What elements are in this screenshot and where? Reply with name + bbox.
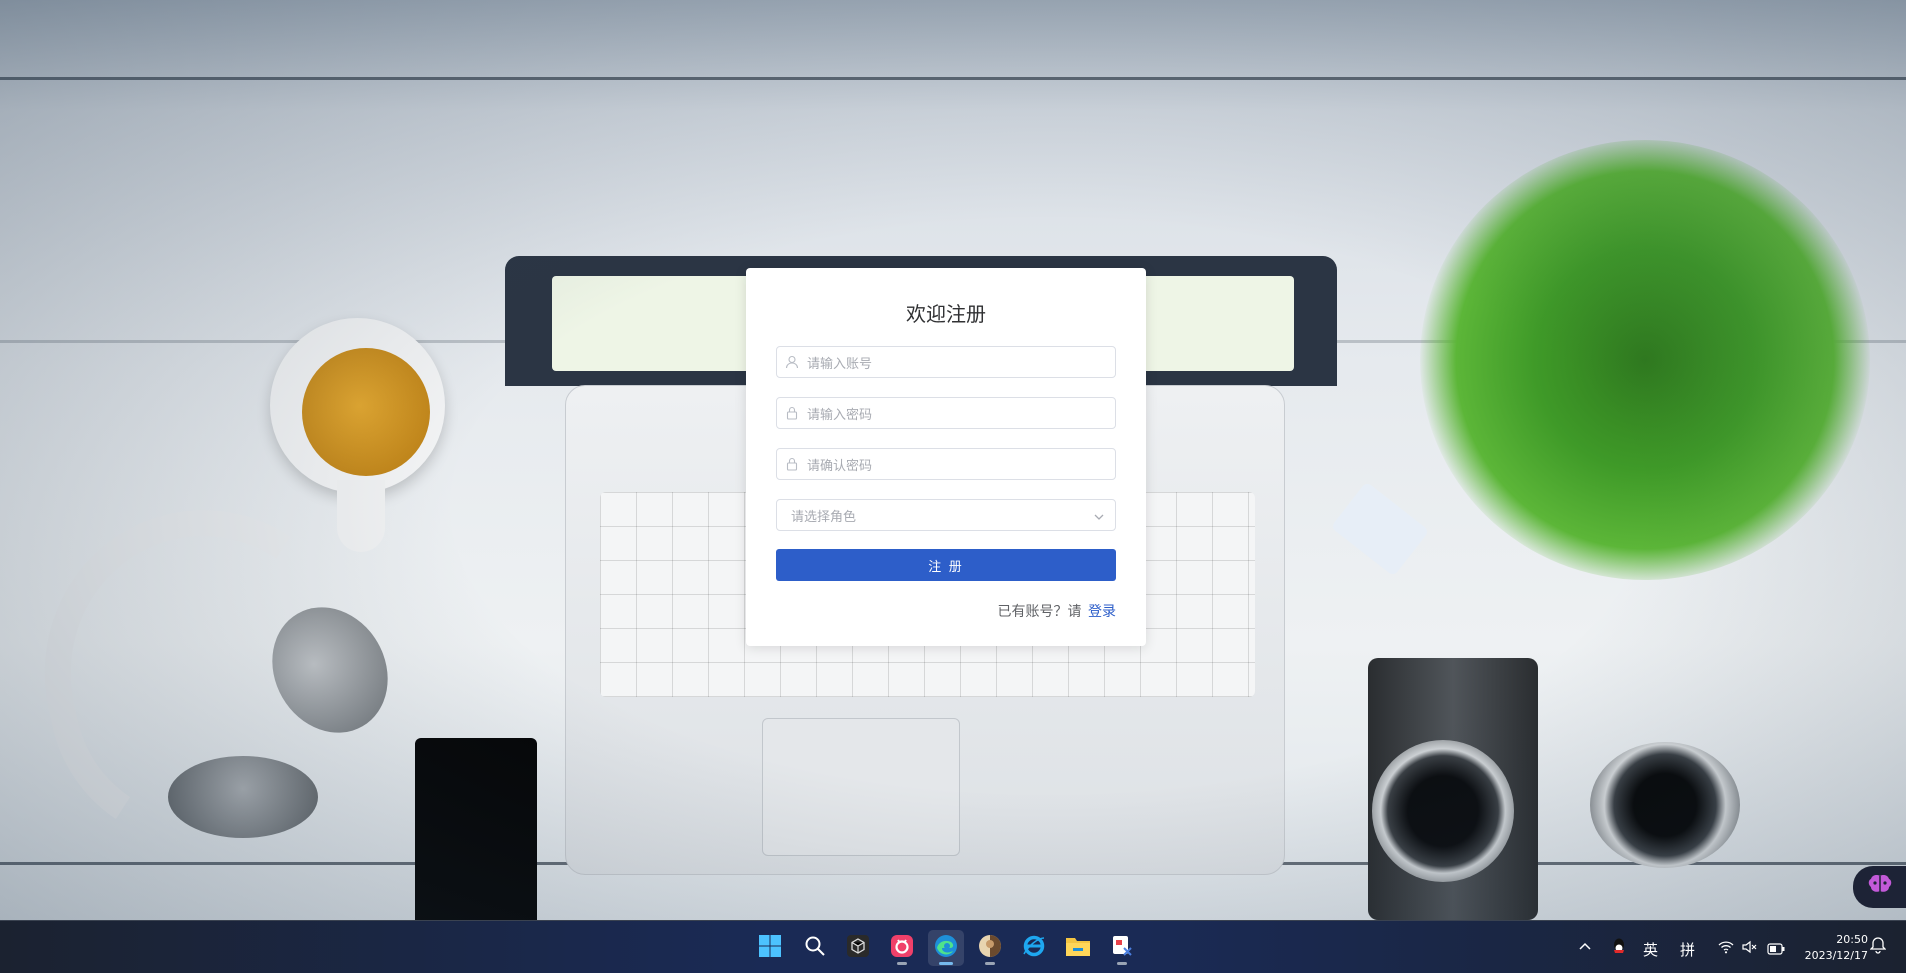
username-placeholder: 请输入账号: [807, 356, 873, 372]
ie-browser-icon: [1022, 934, 1046, 962]
snip-icon: [1110, 934, 1134, 962]
taskbar-file-explorer[interactable]: [1060, 930, 1096, 966]
wifi-icon[interactable]: [1718, 939, 1734, 958]
username-input[interactable]: 请输入账号: [776, 346, 1116, 378]
windows-logo-icon: [758, 934, 782, 962]
search-icon: [804, 935, 826, 961]
pink-app-icon: [890, 934, 914, 962]
running-indicator: [985, 962, 995, 965]
taskbar: 英 拼 20:50 2023/12/17: [0, 920, 1906, 973]
login-link[interactable]: 登录: [1088, 604, 1116, 620]
chevron-down-icon: [1093, 508, 1105, 527]
folder-icon: [1065, 935, 1091, 961]
taskbar-app-photo[interactable]: [972, 930, 1008, 966]
has-account-text: 已有账号？请: [997, 604, 1082, 620]
register-button[interactable]: 注 册: [776, 549, 1116, 581]
battery-icon[interactable]: [1767, 940, 1785, 959]
taskbar-app-ie[interactable]: [1016, 930, 1052, 966]
taskbar-app-3d[interactable]: [840, 930, 876, 966]
volume-muted-icon[interactable]: [1742, 939, 1758, 958]
qq-icon[interactable]: [1611, 937, 1627, 959]
cube-app-icon: [846, 934, 870, 962]
password-input[interactable]: 请输入密码: [776, 397, 1116, 429]
running-indicator: [1117, 962, 1127, 965]
role-placeholder: 请选择角色: [791, 509, 857, 525]
active-indicator: [939, 962, 953, 965]
start-button[interactable]: [752, 930, 788, 966]
taskbar-search[interactable]: [797, 930, 833, 966]
chevron-up-icon[interactable]: [1578, 939, 1592, 958]
login-prompt: 已有账号？请 登录: [998, 601, 1116, 621]
password-placeholder: 请输入密码: [807, 407, 873, 423]
confirm-password-input[interactable]: 请确认密码: [776, 448, 1116, 480]
clock-date: 2023/12/17: [1804, 949, 1868, 962]
lock-icon: [777, 457, 807, 471]
role-select[interactable]: 请选择角色: [776, 499, 1116, 531]
ime-language-indicator[interactable]: 英: [1643, 939, 1658, 960]
taskbar-snipping-tool[interactable]: [1104, 930, 1140, 966]
confirm-password-placeholder: 请确认密码: [807, 458, 873, 474]
assistant-bubble[interactable]: [1853, 866, 1906, 908]
system-clock[interactable]: 20:50 2023/12/17: [1805, 932, 1868, 964]
taskbar-app-pink[interactable]: [884, 930, 920, 966]
taskbar-app-edge[interactable]: [928, 930, 964, 966]
photo-app-icon: [978, 934, 1002, 962]
ime-mode-indicator[interactable]: 拼: [1680, 939, 1695, 960]
clock-time: 20:50: [1836, 933, 1868, 946]
register-card: 欢迎注册 请输入账号 请输入密码 请确认密码 请选择角色 注 册 已有账号？请 …: [746, 268, 1146, 646]
notification-bell-icon[interactable]: [1869, 936, 1887, 958]
register-title: 欢迎注册: [906, 302, 986, 326]
lock-icon: [777, 406, 807, 420]
running-indicator: [897, 962, 907, 965]
brain-icon: [1867, 873, 1893, 901]
edge-browser-icon: [933, 933, 959, 963]
user-icon: [777, 355, 807, 369]
